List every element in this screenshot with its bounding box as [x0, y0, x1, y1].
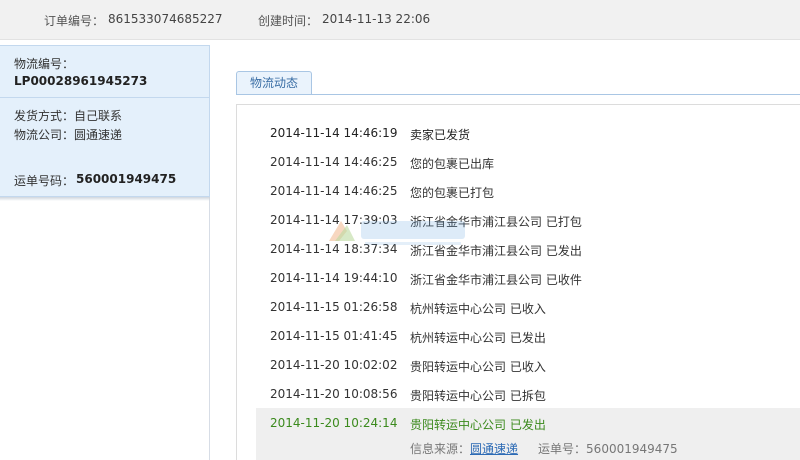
order-number: 861533074685227 [108, 12, 223, 26]
watermark-logo-icon [329, 221, 465, 245]
created-time: 2014-11-13 22:06 [322, 12, 431, 26]
info-source-label: 信息来源： [410, 442, 471, 456]
event-time: 2014-11-14 14:46:19 [270, 126, 398, 140]
source-waybill-label: 运单号： [538, 442, 587, 456]
ship-method: 自己联系 [74, 109, 123, 123]
event-time: 2014-11-20 10:02:02 [270, 358, 398, 372]
waybill-number: 560001949475 [76, 172, 177, 186]
event-description: 您的包裹已打包 [410, 186, 495, 200]
event-time: 2014-11-20 10:24:14 [270, 416, 398, 430]
logistics-number-row [0, 46, 209, 98]
logistics-company-label: 物流公司： [14, 128, 75, 142]
event-time: 2014-11-14 14:46:25 [270, 155, 398, 169]
info-source-line: 信息来源：圆通速递 运单号：560001949475 [410, 440, 678, 457]
order-info-bar: 订单编号： 861533074685227 创建时间： 2014-11-13 2… [0, 0, 800, 40]
event-time: 2014-11-14 19:44:10 [270, 271, 398, 285]
event-description: 贵阳转运中心公司 已发出 [410, 418, 546, 432]
event-description: 您的包裹已出库 [410, 157, 495, 171]
event-description: 浙江省金华市浦江县公司 已收件 [410, 273, 582, 287]
waybill-label: 运单号码： [14, 174, 75, 188]
event-description: 卖家已发货 [410, 128, 471, 142]
logistics-company: 圆通速递 [74, 128, 123, 142]
shipment-sidebar: 物流编号： LP00028961945273 发货方式： 自己联系 物流公司： … [0, 45, 210, 460]
event-description: 杭州转运中心公司 已收入 [410, 302, 546, 316]
info-source-company-link[interactable]: 圆通速递 [470, 442, 518, 456]
tab-logistics-updates[interactable]: 物流动态 [236, 71, 312, 95]
logistics-number-label: 物流编号： [14, 57, 75, 71]
tab-divider [236, 94, 800, 95]
source-waybill-number: 560001949475 [586, 442, 678, 456]
event-description: 贵阳转运中心公司 已收入 [410, 360, 546, 374]
event-time: 2014-11-14 14:46:25 [270, 184, 398, 198]
created-time-label: 创建时间： [258, 14, 319, 28]
event-description: 杭州转运中心公司 已发出 [410, 331, 546, 345]
event-time: 2014-11-20 10:08:56 [270, 387, 398, 401]
event-time: 2014-11-15 01:41:45 [270, 329, 398, 343]
order-number-label: 订单编号： [44, 14, 105, 28]
event-description: 贵阳转运中心公司 已拆包 [410, 389, 546, 403]
logistics-number: LP00028961945273 [14, 74, 148, 88]
event-time: 2014-11-15 01:26:58 [270, 300, 398, 314]
sidebar-shadow [0, 197, 210, 201]
ship-method-label: 发货方式： [14, 109, 75, 123]
